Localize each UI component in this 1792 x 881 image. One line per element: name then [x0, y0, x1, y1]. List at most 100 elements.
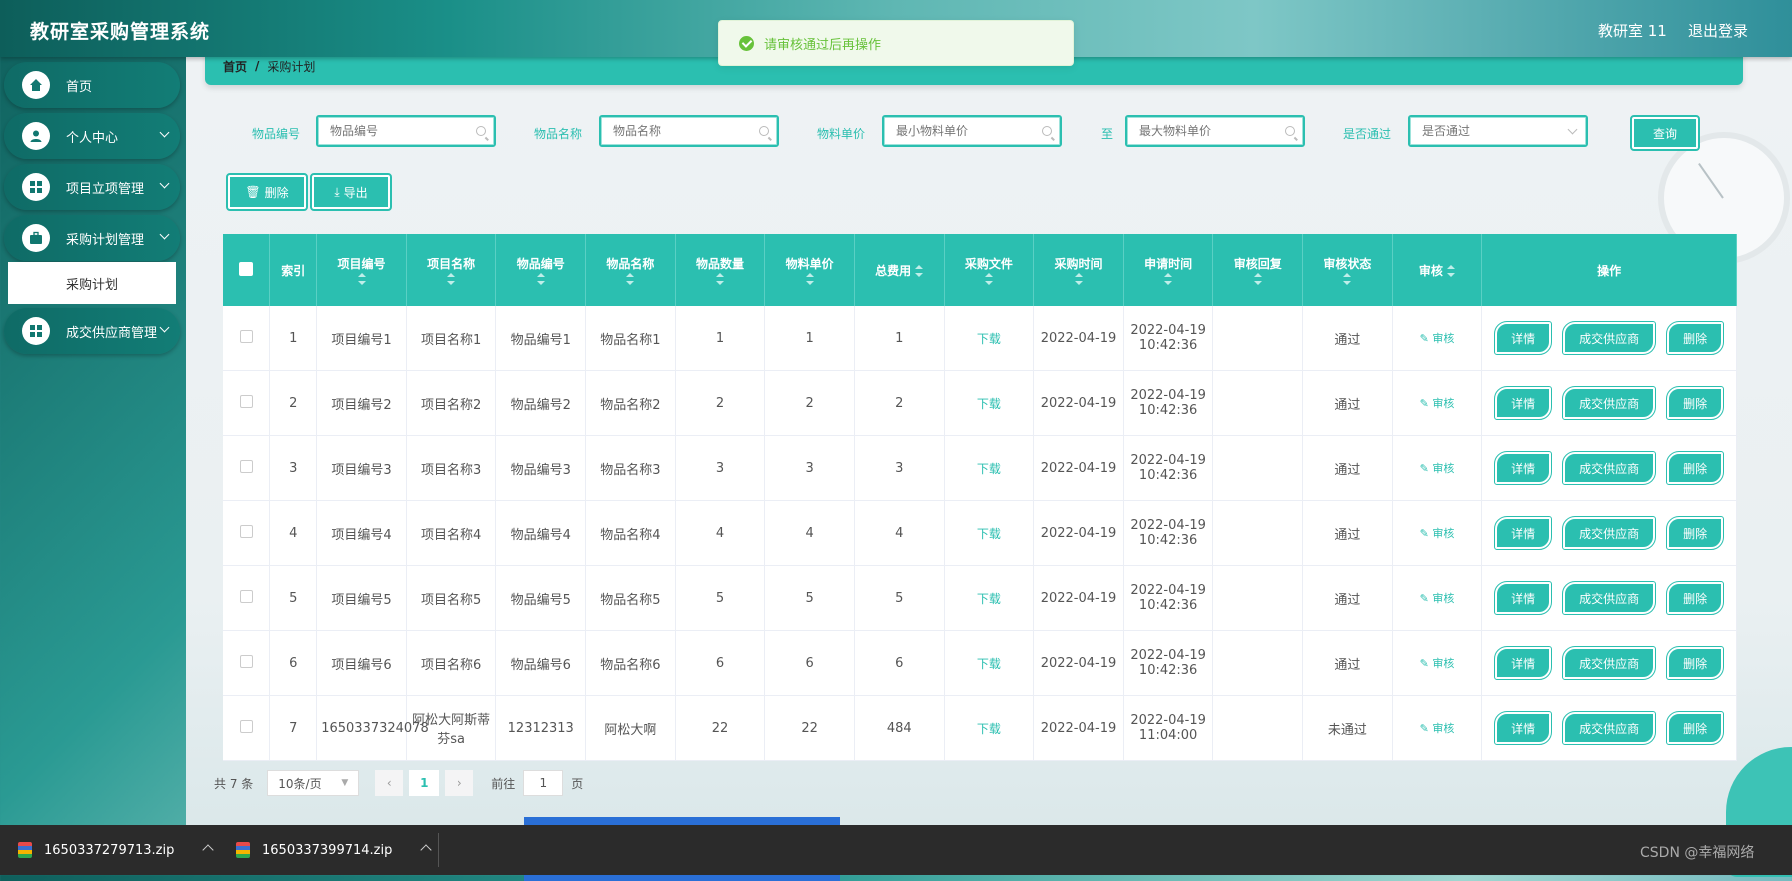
row-checkbox[interactable]	[239, 394, 253, 408]
delete-row-button[interactable]: 删除	[1666, 451, 1725, 485]
item-code-input[interactable]	[316, 115, 496, 147]
download-link[interactable]: 下载	[944, 306, 1035, 371]
supplier-button[interactable]: 成交供应商	[1562, 386, 1657, 420]
row-select-cell[interactable]	[223, 435, 271, 501]
menu-item-purchase-plan[interactable]: 采购计划管理	[4, 215, 180, 261]
sort-icon[interactable]	[626, 273, 635, 285]
supplier-button[interactable]: 成交供应商	[1562, 516, 1657, 550]
download-item[interactable]: 1650337279713.zip	[18, 825, 215, 875]
delete-row-button[interactable]: 删除	[1666, 321, 1725, 355]
audit-link[interactable]: ✎ 审核	[1420, 397, 1455, 410]
delete-row-button[interactable]: 删除	[1666, 516, 1725, 550]
chevron-up-icon[interactable]	[202, 844, 215, 856]
sort-icon[interactable]	[716, 273, 724, 285]
audit-link[interactable]: ✎ 审核	[1420, 592, 1455, 605]
menu-item-project[interactable]: 项目立项管理	[4, 164, 180, 210]
row-checkbox[interactable]	[239, 329, 253, 343]
download-link[interactable]: 下载	[944, 435, 1035, 501]
column-header[interactable]: 项目编号	[316, 234, 407, 306]
detail-button[interactable]: 详情	[1494, 711, 1553, 745]
page-size-select[interactable]: 10条/页 ▼	[267, 770, 360, 796]
delete-row-button[interactable]: 删除	[1666, 646, 1725, 680]
sort-icon[interactable]	[1343, 273, 1352, 285]
row-select-cell[interactable]	[223, 695, 271, 761]
logout-button[interactable]: 退出登录	[1688, 20, 1748, 41]
sort-icon[interactable]	[1447, 265, 1456, 277]
row-checkbox[interactable]	[239, 459, 253, 473]
column-header[interactable]: 物料单价	[764, 234, 855, 306]
row-select-cell[interactable]	[223, 306, 271, 371]
supplier-button[interactable]: 成交供应商	[1562, 321, 1657, 355]
audit-link[interactable]: ✎ 审核	[1420, 657, 1455, 670]
approved-field[interactable]	[1410, 117, 1586, 145]
column-header[interactable]: 总费用	[854, 234, 945, 306]
sort-icon[interactable]	[357, 273, 366, 285]
download-link[interactable]: 下载	[944, 500, 1035, 566]
audit-link[interactable]: ✎ 审核	[1420, 527, 1455, 540]
sort-icon[interactable]	[915, 265, 924, 277]
delete-selected-button[interactable]: 🗑 删除	[226, 173, 308, 211]
sort-icon[interactable]	[805, 273, 814, 285]
select-all-cell[interactable]	[223, 234, 271, 306]
current-page-button[interactable]: 1	[409, 770, 440, 796]
sort-icon[interactable]	[1253, 273, 1262, 285]
sort-icon[interactable]	[984, 273, 993, 285]
row-select-cell[interactable]	[223, 565, 271, 631]
download-link[interactable]: 下载	[944, 565, 1035, 631]
detail-button[interactable]: 详情	[1494, 516, 1553, 550]
column-header[interactable]: 采购时间	[1033, 234, 1124, 306]
detail-button[interactable]: 详情	[1494, 386, 1553, 420]
row-select-cell[interactable]	[223, 630, 271, 696]
query-button[interactable]: 查询	[1630, 115, 1700, 151]
row-select-cell[interactable]	[223, 370, 271, 436]
audit-link[interactable]: ✎ 审核	[1420, 722, 1455, 735]
column-header[interactable]: 物品编号	[495, 234, 587, 306]
audit-link[interactable]: ✎ 审核	[1420, 462, 1455, 475]
export-button[interactable]: ⤓ 导出	[310, 173, 392, 211]
sort-icon[interactable]	[1164, 273, 1173, 285]
delete-row-button[interactable]: 删除	[1666, 581, 1725, 615]
select-all-checkbox[interactable]	[239, 261, 254, 276]
supplier-button[interactable]: 成交供应商	[1562, 711, 1657, 745]
item-name-input[interactable]	[599, 115, 779, 147]
prev-page-button[interactable]: ‹	[375, 770, 404, 796]
download-link[interactable]: 下载	[944, 370, 1035, 436]
max-price-field[interactable]	[1127, 117, 1303, 145]
column-header[interactable]: 申请时间	[1123, 234, 1214, 306]
column-header[interactable]: 审核	[1392, 234, 1483, 306]
column-header[interactable]: 审核状态	[1302, 234, 1393, 306]
menu-item-profile[interactable]: 个人中心	[4, 113, 180, 159]
item-name-field[interactable]	[601, 117, 777, 145]
column-header[interactable]: 项目名称	[406, 234, 497, 306]
supplier-button[interactable]: 成交供应商	[1562, 646, 1657, 680]
supplier-button[interactable]: 成交供应商	[1562, 451, 1657, 485]
goto-page-input[interactable]: 1	[523, 770, 564, 796]
row-checkbox[interactable]	[239, 524, 253, 538]
download-item[interactable]: 1650337399714.zip	[236, 825, 433, 875]
row-select-cell[interactable]	[223, 500, 271, 566]
supplier-button[interactable]: 成交供应商	[1562, 581, 1657, 615]
sort-icon[interactable]	[536, 273, 545, 285]
row-checkbox[interactable]	[239, 719, 253, 733]
detail-button[interactable]: 详情	[1494, 646, 1553, 680]
menu-item-supplier[interactable]: 成交供应商管理	[4, 308, 180, 354]
column-header[interactable]: 物品名称	[585, 234, 676, 306]
column-header[interactable]: 物品数量	[675, 234, 766, 306]
menu-item-home[interactable]: 首页	[4, 62, 180, 108]
submenu-item-purchase-plan[interactable]: 采购计划	[8, 262, 176, 304]
delete-row-button[interactable]: 删除	[1666, 386, 1725, 420]
approved-select[interactable]	[1408, 115, 1588, 147]
detail-button[interactable]: 详情	[1494, 581, 1553, 615]
row-checkbox[interactable]	[239, 654, 253, 668]
detail-button[interactable]: 详情	[1494, 451, 1553, 485]
column-header[interactable]: 审核回复	[1212, 234, 1304, 306]
breadcrumb-home[interactable]: 首页	[223, 58, 247, 75]
row-checkbox[interactable]	[239, 589, 253, 603]
next-page-button[interactable]: ›	[445, 770, 474, 796]
audit-link[interactable]: ✎ 审核	[1420, 332, 1455, 345]
detail-button[interactable]: 详情	[1494, 321, 1553, 355]
delete-row-button[interactable]: 删除	[1666, 711, 1725, 745]
chevron-up-icon[interactable]	[420, 844, 433, 856]
min-price-input[interactable]	[882, 115, 1062, 147]
download-link[interactable]: 下载	[944, 630, 1035, 696]
